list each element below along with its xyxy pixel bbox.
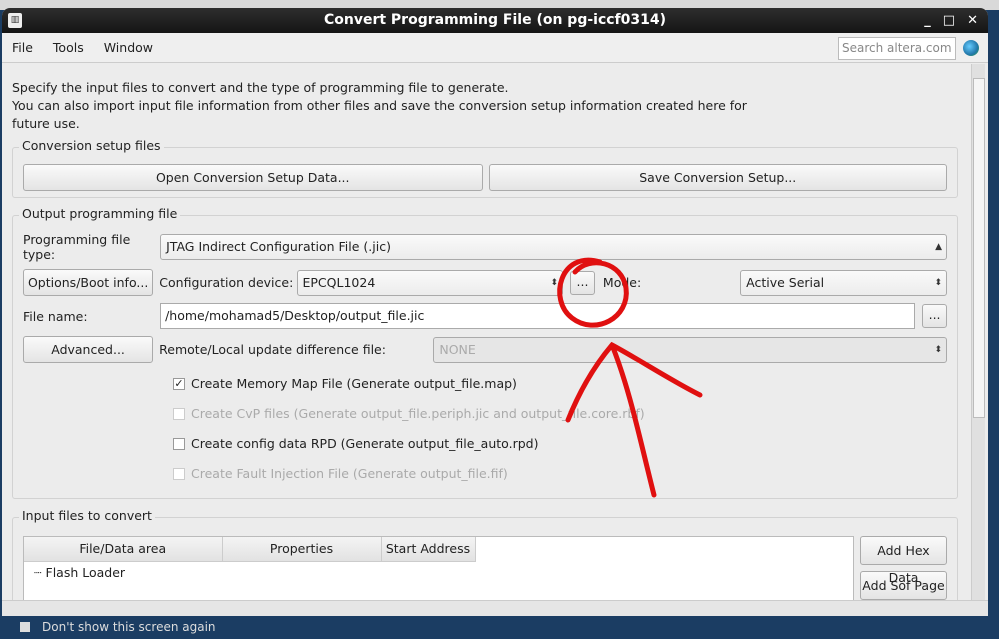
menu-bar: File Tools Window Search altera.com [2, 33, 988, 63]
device-label: Configuration device: [159, 275, 294, 290]
window-title: Convert Programming File (on pg-iccf0314… [323, 12, 667, 28]
status-bar [2, 600, 988, 616]
remote-update-select[interactable]: NONE ⬍ [433, 336, 947, 363]
checkbox-label: Create config data RPD (Generate output_… [191, 436, 539, 451]
input-files-group: Input files to convert File/Data area Pr… [12, 508, 958, 616]
conversion-setup-group: Conversion setup files Open Conversion S… [12, 138, 958, 198]
file-name-input[interactable]: /home/mohamad5/Desktop/output_file.jic [160, 303, 916, 329]
check-icon: ✓ [173, 376, 185, 390]
file-type-select[interactable]: JTAG Indirect Configuration File (.jic) ▲ [160, 234, 947, 260]
fault-injection-checkbox[interactable]: Create Fault Injection File (Generate ou… [173, 466, 947, 481]
intro-text: Specify the input files to convert and t… [12, 79, 958, 133]
column-header-file[interactable]: File/Data area [24, 537, 223, 561]
column-header-properties[interactable]: Properties [222, 537, 382, 561]
checkbox-label: Create Memory Map File (Generate output_… [191, 376, 517, 391]
remote-update-label: Remote/Local update difference file: [159, 342, 386, 357]
minimize-button[interactable]: _ [924, 8, 931, 33]
device-value: EPCQL1024 [302, 274, 376, 290]
file-browse-button[interactable]: ... [922, 304, 947, 328]
chevron-updown-icon: ⬍ [934, 344, 942, 355]
remote-update-value: NONE [439, 341, 476, 357]
file-type-label: Programming file type: [23, 232, 131, 262]
background-dont-show-checkbox: Don't show this screen again [20, 620, 216, 634]
close-button[interactable]: ✕ [967, 8, 978, 33]
dont-show-label: Don't show this screen again [42, 620, 216, 634]
group-label: Input files to convert [19, 508, 155, 523]
file-type-value: JTAG Indirect Configuration File (.jic) [166, 239, 391, 254]
menu-window[interactable]: Window [104, 40, 153, 55]
search-input[interactable]: Search altera.com [838, 37, 956, 60]
chevron-updown-icon: ⬍ [550, 277, 559, 288]
save-setup-button[interactable]: Save Conversion Setup... [488, 164, 947, 191]
intro-line: You can also import input file informati… [12, 98, 747, 113]
advanced-button[interactable]: Advanced... [23, 336, 154, 363]
checkbox-label: Create Fault Injection File (Generate ou… [191, 466, 508, 481]
intro-line: Specify the input files to convert and t… [12, 80, 509, 95]
checkbox-box [173, 437, 185, 450]
mode-value: Active Serial [746, 274, 825, 290]
menu-tools[interactable]: Tools [53, 40, 84, 55]
add-hex-data-button[interactable]: Add Hex Data [860, 536, 947, 585]
chevron-updown-icon: ⬍ [934, 277, 942, 288]
checkbox-label: Create CvP files (Generate output_file.p… [191, 406, 645, 421]
mode-label: Mode: [602, 275, 642, 290]
maximize-button[interactable]: □ [943, 8, 955, 33]
group-label: Output programming file [19, 206, 181, 221]
group-label: Conversion setup files [19, 138, 164, 153]
open-setup-button[interactable]: Open Conversion Setup Data... [23, 164, 483, 191]
row-label: Flash Loader [45, 564, 126, 580]
checkbox-box [173, 467, 185, 480]
chevron-updown-icon: ▲ [935, 242, 942, 252]
mode-select[interactable]: Active Serial ⬍ [740, 269, 947, 296]
column-header-start-address[interactable]: Start Address [381, 537, 476, 561]
device-browse-button[interactable]: ... [570, 270, 595, 295]
device-select[interactable]: EPCQL1024 ⬍ [296, 269, 564, 296]
add-sof-page-button[interactable]: Add Sof Page [860, 571, 947, 600]
file-name-label: File name: [23, 308, 88, 324]
table-row[interactable]: ┈ Flash Loader [24, 562, 853, 580]
intro-line: future use. [12, 116, 80, 131]
convert-programming-file-window: ▥ Convert Programming File (on pg-iccf03… [2, 8, 988, 616]
globe-icon[interactable] [963, 40, 979, 56]
checkbox [20, 622, 30, 632]
options-boot-button[interactable]: Options/Boot info... [23, 269, 154, 296]
title-bar: ▥ Convert Programming File (on pg-iccf03… [2, 8, 988, 33]
memory-map-checkbox[interactable]: ✓ Create Memory Map File (Generate output… [173, 376, 947, 391]
main-content: Specify the input files to convert and t… [2, 64, 968, 616]
scrollbar-thumb[interactable] [973, 78, 985, 418]
vertical-scrollbar[interactable] [971, 64, 985, 600]
checkbox-box [173, 407, 185, 420]
menu-file[interactable]: File [12, 40, 33, 55]
app-icon: ▥ [8, 13, 22, 28]
cvp-checkbox[interactable]: Create CvP files (Generate output_file.p… [173, 406, 947, 421]
output-file-group: Output programming file Programming file… [12, 206, 958, 499]
rpd-checkbox[interactable]: Create config data RPD (Generate output_… [173, 436, 947, 451]
